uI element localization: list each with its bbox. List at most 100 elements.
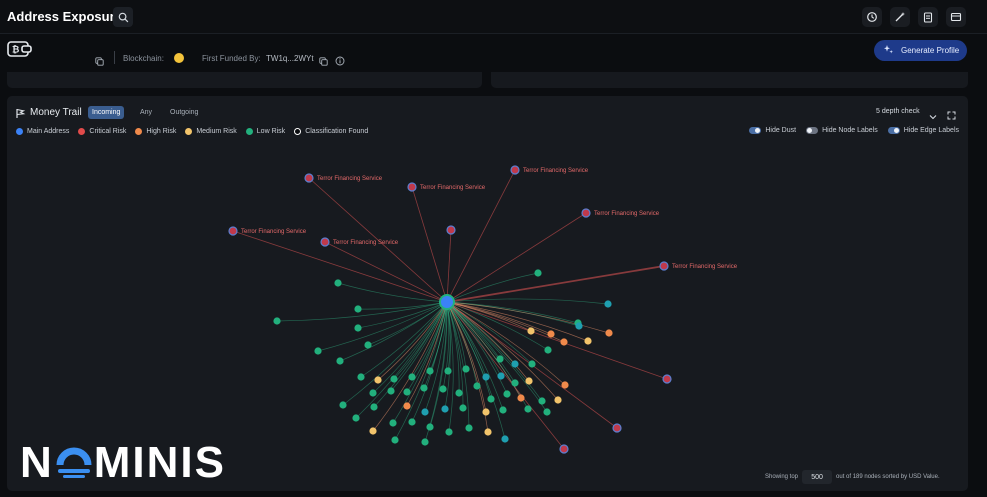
graph-node[interactable] <box>527 327 535 335</box>
graph-node-critical[interactable] <box>510 165 520 175</box>
main-address-node[interactable] <box>439 294 455 310</box>
graph-node[interactable] <box>517 394 525 402</box>
copy-icon[interactable] <box>319 53 328 71</box>
clipboard-icon[interactable] <box>918 7 938 27</box>
graph-node[interactable] <box>482 408 490 416</box>
graph-node[interactable] <box>352 414 360 422</box>
graph-node-critical[interactable] <box>659 261 669 271</box>
summary-card <box>7 72 482 88</box>
magic-wand-icon[interactable] <box>890 7 910 27</box>
graph-node[interactable] <box>561 381 569 389</box>
graph-node-critical[interactable] <box>559 444 569 454</box>
graph-edge <box>324 241 448 303</box>
graph-node-critical[interactable] <box>320 237 330 247</box>
graph-node[interactable] <box>374 376 382 384</box>
graph-node[interactable] <box>465 424 473 432</box>
graph-node[interactable] <box>511 360 519 368</box>
graph-node[interactable] <box>421 438 429 446</box>
node-label: Terror Financing Service <box>672 264 738 270</box>
blockchain-icon <box>174 53 184 63</box>
graph-node[interactable] <box>503 390 511 398</box>
graph-node[interactable] <box>499 406 507 414</box>
blockchain-label: Blockchain: <box>123 54 164 63</box>
graph-node[interactable] <box>497 372 505 380</box>
graph-node[interactable] <box>339 401 347 409</box>
graph-node[interactable] <box>459 404 467 412</box>
graph-node[interactable] <box>426 423 434 431</box>
graph-node[interactable] <box>455 389 463 397</box>
graph-node-critical[interactable] <box>581 208 591 218</box>
search-icon[interactable] <box>113 7 133 27</box>
graph-node[interactable] <box>334 279 342 287</box>
graph-node[interactable] <box>554 396 562 404</box>
node-label: Terror Financing Service <box>317 176 383 182</box>
node-count-input[interactable]: 500 <box>802 470 833 484</box>
graph-node[interactable] <box>482 373 490 381</box>
graph-node[interactable] <box>273 317 281 325</box>
graph-node[interactable] <box>524 405 532 413</box>
graph-node[interactable] <box>390 375 398 383</box>
generate-profile-label: Generate Profile <box>901 46 960 55</box>
graph-node[interactable] <box>314 347 322 355</box>
money-trail-graph[interactable]: Terror Financing Service Terror Financing… <box>7 96 968 491</box>
graph-node[interactable] <box>496 355 504 363</box>
graph-node[interactable] <box>389 419 397 427</box>
graph-node[interactable] <box>357 373 365 381</box>
graph-node[interactable] <box>445 428 453 436</box>
first-funded-value[interactable]: TW1q...2WYt <box>266 54 314 63</box>
graph-node-critical[interactable] <box>446 225 456 235</box>
graph-node[interactable] <box>547 330 555 338</box>
graph-node[interactable] <box>336 357 344 365</box>
graph-node[interactable] <box>604 300 612 308</box>
graph-node-critical[interactable] <box>228 226 238 236</box>
graph-node[interactable] <box>364 341 372 349</box>
graph-node[interactable] <box>560 338 568 346</box>
graph-node[interactable] <box>408 418 416 426</box>
card-icon[interactable] <box>946 7 966 27</box>
graph-node[interactable] <box>525 377 533 385</box>
graph-node[interactable] <box>462 365 470 373</box>
graph-node-critical[interactable] <box>612 423 622 433</box>
graph-node[interactable] <box>534 269 542 277</box>
first-funded-label: First Funded By: <box>202 54 261 63</box>
graph-node[interactable] <box>369 427 377 435</box>
graph-node[interactable] <box>444 367 452 375</box>
graph-node[interactable] <box>439 385 447 393</box>
graph-edge <box>446 301 549 351</box>
graph-node[interactable] <box>544 346 552 354</box>
graph-node-critical[interactable] <box>407 182 417 192</box>
graph-node[interactable] <box>403 388 411 396</box>
info-icon[interactable] <box>335 53 345 71</box>
graph-node[interactable] <box>484 428 492 436</box>
graph-node[interactable] <box>421 408 429 416</box>
graph-node[interactable] <box>387 387 395 395</box>
graph-nodes[interactable]: Terror Financing Service Terror Financing… <box>228 165 738 454</box>
graph-node[interactable] <box>369 389 377 397</box>
graph-node[interactable] <box>501 435 509 443</box>
graph-node[interactable] <box>441 405 449 413</box>
graph-node[interactable] <box>538 397 546 405</box>
graph-node[interactable] <box>391 436 399 444</box>
graph-node[interactable] <box>575 322 583 330</box>
graph-node[interactable] <box>370 403 378 411</box>
graph-node[interactable] <box>605 329 613 337</box>
copy-icon[interactable] <box>95 53 104 71</box>
graph-node-critical[interactable] <box>662 374 672 384</box>
graph-node[interactable] <box>354 324 362 332</box>
graph-node[interactable] <box>528 360 536 368</box>
address-info-bar: ₿ Blockchain: First Funded By: TW1q...2W… <box>0 34 987 72</box>
graph-node[interactable] <box>354 305 362 313</box>
history-icon[interactable] <box>862 7 882 27</box>
graph-node[interactable] <box>511 379 519 387</box>
graph-node[interactable] <box>426 367 434 375</box>
graph-node-critical[interactable] <box>304 173 314 183</box>
graph-node[interactable] <box>473 382 481 390</box>
graph-node[interactable] <box>408 373 416 381</box>
graph-node[interactable] <box>543 408 551 416</box>
graph-edge <box>446 301 668 380</box>
graph-node[interactable] <box>403 402 411 410</box>
graph-node[interactable] <box>420 384 428 392</box>
graph-node[interactable] <box>584 337 592 345</box>
graph-node[interactable] <box>487 395 495 403</box>
generate-profile-button[interactable]: Generate Profile <box>874 40 967 61</box>
